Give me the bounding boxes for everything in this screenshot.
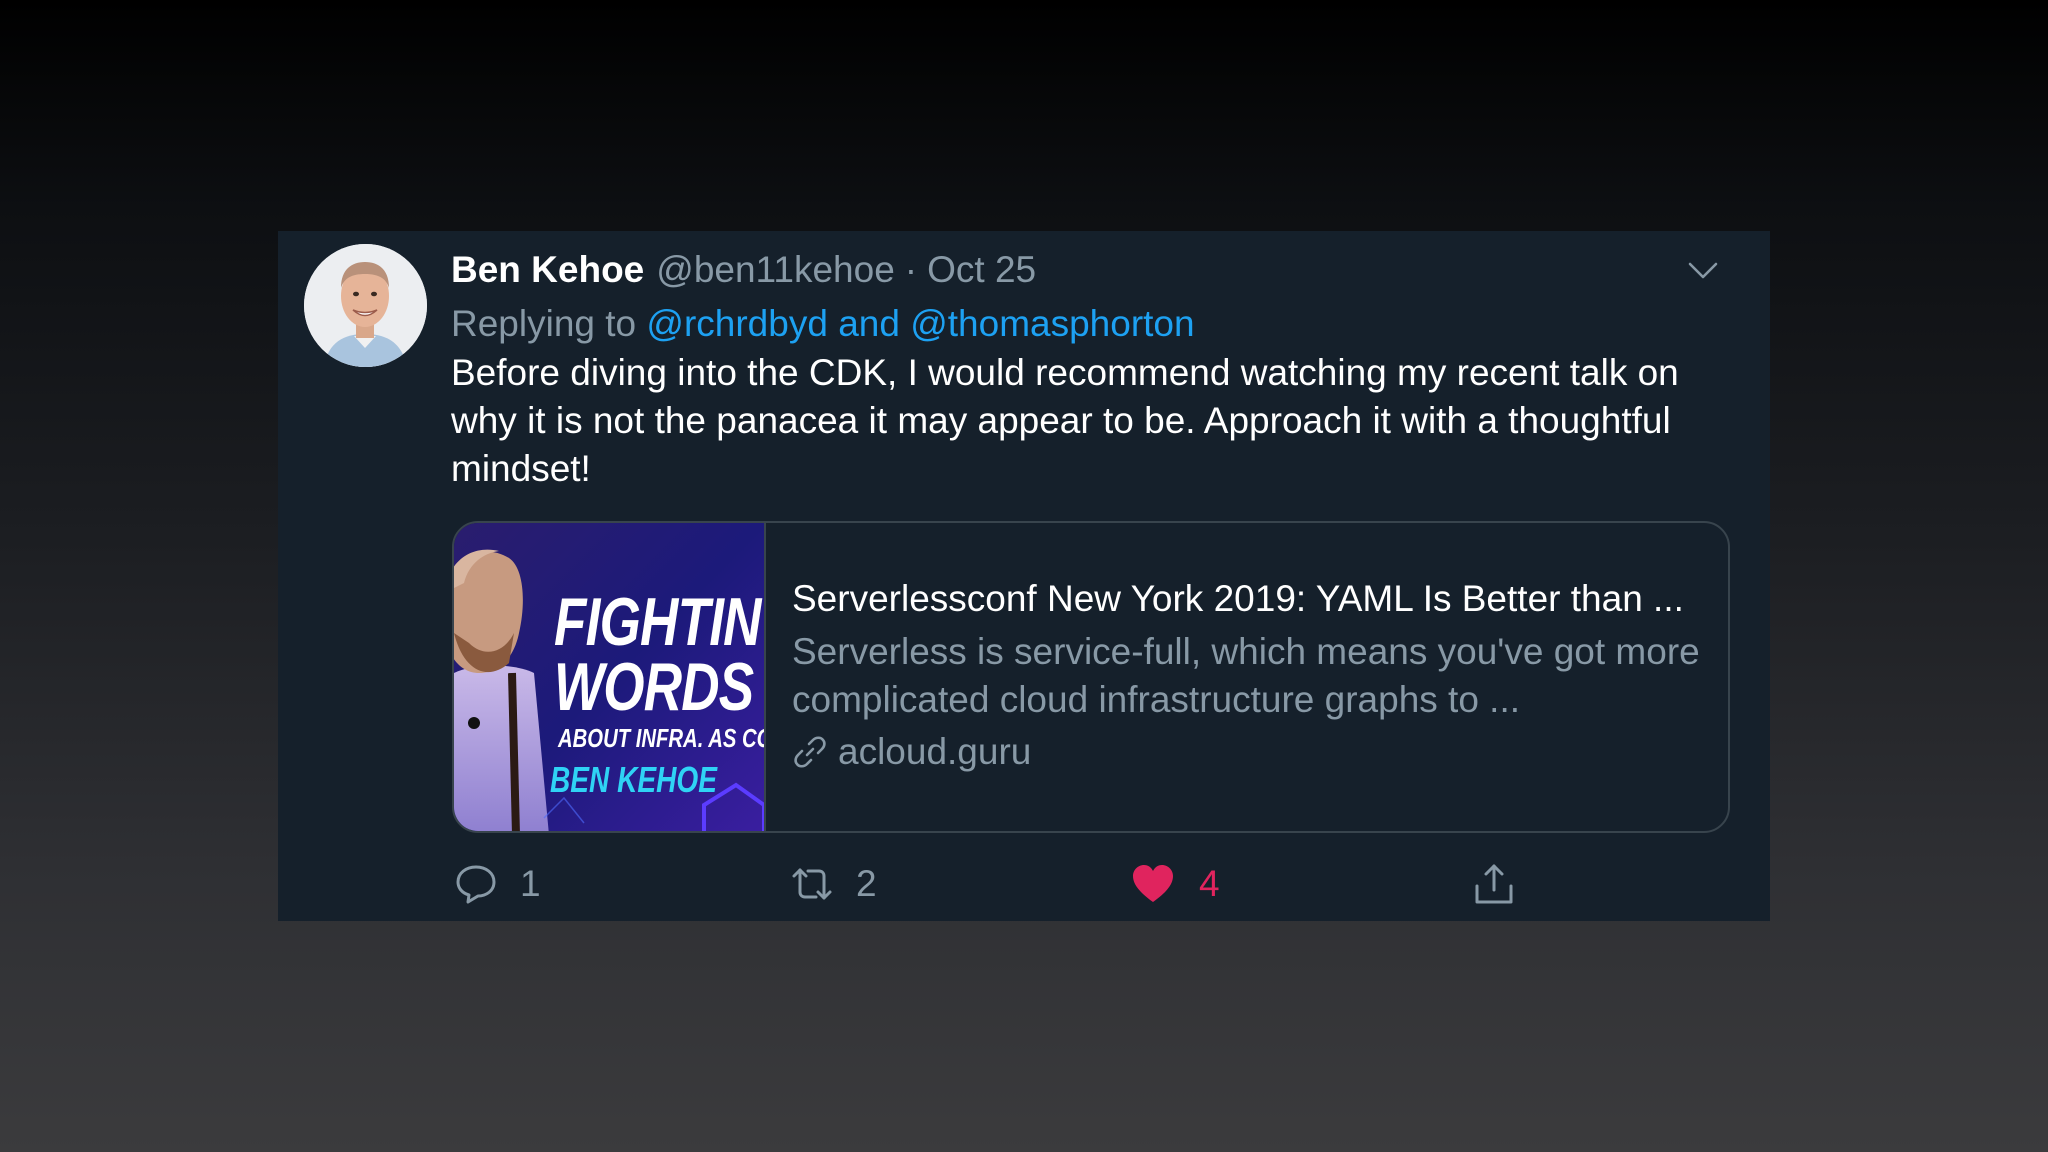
author-name[interactable]: Ben Kehoe: [451, 245, 644, 295]
author-handle[interactable]: @ben11kehoe: [656, 245, 895, 295]
replying-to-line: Replying to @rchrdbyd and @thomasphorton: [451, 299, 1195, 349]
card-info: Serverlessconf New York 2019: YAML Is Be…: [792, 575, 1712, 776]
tweet-card[interactable]: Ben Kehoe @ben11kehoe · Oct 25 Replying …: [278, 231, 1770, 921]
retweet-button[interactable]: 2: [790, 859, 877, 909]
thumbnail-text: ABOUT INFRA. AS COD: [558, 723, 766, 753]
card-thumbnail: FIGHTIN WORDS ABOUT INFRA. AS COD BEN KE…: [454, 523, 766, 831]
avatar[interactable]: [304, 244, 427, 367]
mention-conjunction: and: [838, 303, 911, 344]
heart-icon: [1133, 865, 1173, 902]
retweet-icon: [792, 868, 832, 900]
link-icon: [794, 736, 826, 768]
tweet-header: Ben Kehoe @ben11kehoe · Oct 25: [451, 245, 1036, 295]
tweet-text: Before diving into the CDK, I would reco…: [451, 352, 1679, 489]
chevron-down-icon[interactable]: [1686, 253, 1720, 287]
reply-button[interactable]: 1: [454, 859, 541, 909]
tweet-actions: 1 2 4: [454, 859, 1654, 909]
retweet-count: 2: [856, 863, 877, 904]
replying-prefix: Replying to: [451, 303, 647, 344]
header-separator: ·: [904, 249, 918, 290]
like-count: 4: [1199, 863, 1220, 904]
card-domain: acloud.guru: [792, 728, 1712, 776]
tweet-date[interactable]: Oct 25: [927, 245, 1036, 295]
card-title: Serverlessconf New York 2019: YAML Is Be…: [792, 578, 1684, 619]
thumbnail-text: BEN KEHOE: [550, 759, 717, 800]
like-button[interactable]: 4: [1131, 859, 1220, 909]
card-domain-text: acloud.guru: [838, 731, 1032, 772]
share-icon: [1475, 864, 1513, 904]
reply-count: 1: [520, 863, 541, 904]
card-description: Serverless is service-full, which means …: [792, 631, 1700, 720]
reply-icon: [456, 865, 496, 904]
mention-link[interactable]: @rchrdbyd: [646, 303, 838, 344]
share-button[interactable]: [1472, 859, 1516, 909]
thumbnail-text: WORDS: [554, 649, 754, 725]
link-preview-card[interactable]: FIGHTIN WORDS ABOUT INFRA. AS COD BEN KE…: [452, 521, 1730, 833]
mention-link[interactable]: @thomasphorton: [910, 303, 1194, 344]
